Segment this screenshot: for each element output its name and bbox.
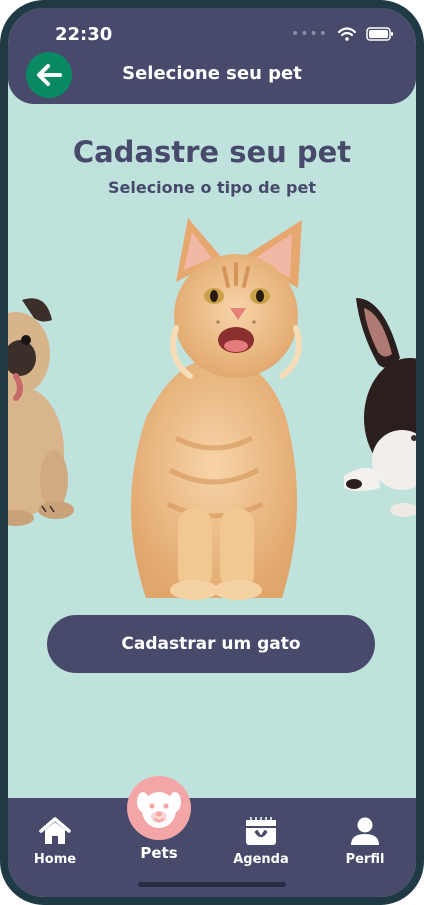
nav-label-perfil: Perfil (345, 852, 385, 867)
signal-icon: •••• (290, 26, 328, 42)
nav-label-pets: Pets (140, 844, 178, 862)
nav-label-home: Home (33, 852, 77, 867)
dog-face-icon (137, 792, 181, 828)
calendar-icon (246, 817, 276, 845)
status-icons: •••• (291, 26, 394, 42)
nav-label-agenda: Agenda (233, 852, 289, 867)
home-indicator (138, 882, 286, 887)
header-title: Selecione seu pet (122, 63, 302, 84)
page-title: Cadastre seu pet (72, 135, 352, 169)
nav-item-home[interactable]: Home (15, 816, 95, 867)
rabbit-image[interactable] (344, 288, 416, 518)
status-time: 22:30 (55, 24, 113, 45)
wifi-icon (338, 27, 356, 41)
dog-image[interactable] (8, 280, 82, 530)
nav-item-pets[interactable] (127, 776, 191, 840)
top-header: 22:30 •••• Selecione seu pet (8, 8, 416, 104)
user-icon (351, 817, 379, 845)
home-icon (39, 817, 71, 844)
phone-frame: 22:30 •••• Selecione seu pet Cadastre se… (0, 0, 424, 905)
nav-item-perfil[interactable]: Perfil (325, 816, 405, 867)
battery-icon (366, 27, 393, 41)
page-subtitle: Selecione o tipo de pet (107, 178, 317, 197)
app-screen: 22:30 •••• Selecione seu pet Cadastre se… (8, 8, 416, 897)
register-pet-button[interactable]: Cadastrar um gato (47, 615, 375, 673)
cat-image[interactable] (106, 208, 320, 600)
nav-item-agenda[interactable]: Agenda (221, 816, 301, 867)
